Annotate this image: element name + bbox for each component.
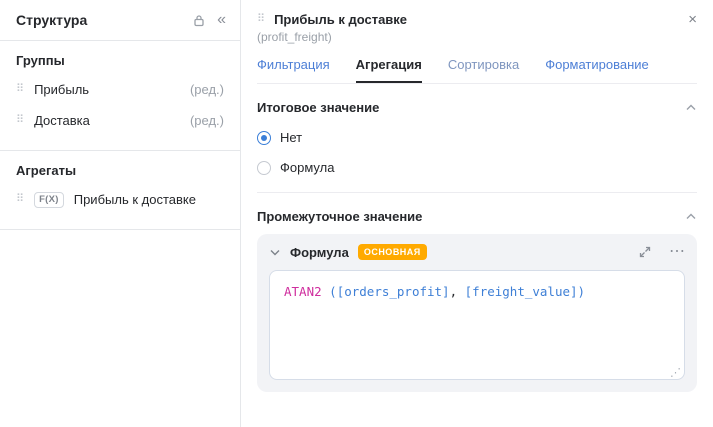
section-divider — [0, 229, 240, 230]
formula-fx-badge: F(X) — [34, 192, 64, 208]
intermediate-value-section-header: Промежуточное значение — [257, 209, 697, 224]
settings-tabs: Фильтрация Агрегация Сортировка Форматир… — [257, 57, 697, 84]
formula-function-token: ATAN2 — [284, 284, 322, 299]
aggregates-section: Агрегаты ⠿ F(X) Прибыль к доставке — [0, 151, 240, 229]
aggregate-item-label: Прибыль к доставке — [74, 192, 196, 207]
group-item-pribyl[interactable]: ⠿ Прибыль (ред.) — [16, 74, 224, 105]
group-item-dostavka[interactable]: ⠿ Доставка (ред.) — [16, 105, 224, 136]
total-value-title: Итоговое значение — [257, 100, 379, 115]
lock-icon[interactable] — [193, 14, 205, 27]
radio-label: Нет — [280, 130, 302, 145]
structure-title: Структура — [16, 12, 87, 28]
groups-section-title: Группы — [16, 53, 224, 68]
edit-link[interactable]: (ред.) — [190, 113, 224, 128]
structure-panel-header: Структура « — [0, 0, 240, 41]
groups-section: Группы ⠿ Прибыль (ред.) ⠿ Доставка (ред.… — [0, 41, 240, 150]
formula-paren-token: ) — [578, 284, 586, 299]
panel-title: Прибыль к доставке — [274, 12, 407, 27]
panel-drag-icon[interactable]: ⠿ — [257, 14, 265, 25]
formula-editor[interactable]: ATAN2 ([orders_profit], [freight_value])… — [269, 270, 685, 380]
formula-comma-token: , — [450, 284, 458, 299]
close-icon[interactable]: × — [688, 12, 697, 27]
group-item-label: Прибыль — [34, 82, 89, 97]
tab-filtration[interactable]: Фильтрация — [257, 57, 330, 83]
chevron-up-icon[interactable] — [685, 102, 697, 114]
expand-icon[interactable] — [639, 246, 651, 258]
edit-link[interactable]: (ред.) — [190, 82, 224, 97]
more-options-icon[interactable]: ⋯ — [669, 244, 685, 260]
intermediate-value-title: Промежуточное значение — [257, 209, 422, 224]
primary-badge: ОСНОВНАЯ — [358, 244, 427, 260]
drag-handle-icon[interactable]: ⠿ — [16, 115, 24, 126]
chevron-up-icon[interactable] — [685, 211, 697, 223]
formula-card-title: Формула — [290, 245, 349, 260]
radio-unselected-icon[interactable] — [257, 161, 271, 175]
tab-sorting[interactable]: Сортировка — [448, 57, 519, 83]
collapse-panel-icon[interactable]: « — [217, 12, 226, 28]
panel-header: ⠿ Прибыль к доставке × — [257, 12, 697, 27]
drag-handle-icon[interactable]: ⠿ — [16, 194, 24, 205]
resize-grip-icon[interactable]: ⋰ — [670, 367, 681, 378]
total-option-none[interactable]: Нет — [257, 130, 697, 145]
formula-card-header: Формула ОСНОВНАЯ ⋯ — [269, 244, 685, 260]
formula-card: Формула ОСНОВНАЯ ⋯ ATAN2 ([orders_profit… — [257, 234, 697, 392]
aggregates-section-title: Агрегаты — [16, 163, 224, 178]
total-value-section-header: Итоговое значение — [257, 100, 697, 115]
radio-label: Формула — [280, 160, 334, 175]
aggregate-item[interactable]: ⠿ F(X) Прибыль к доставке — [16, 184, 224, 215]
field-id-subtitle: (profit_freight) — [257, 30, 697, 44]
field-settings-panel: ⠿ Прибыль к доставке × (profit_freight) … — [241, 0, 713, 427]
formula-field-token: [freight_value] — [457, 284, 577, 299]
section-divider — [257, 192, 697, 193]
drag-handle-icon[interactable]: ⠿ — [16, 84, 24, 95]
formula-paren-token: ( — [322, 284, 337, 299]
app-window: Структура « Группы ⠿ Прибыль (ред.) ⠿ До… — [0, 0, 713, 427]
formula-field-token: [orders_profit] — [337, 284, 450, 299]
radio-selected-icon[interactable] — [257, 131, 271, 145]
formula-text: ATAN2 ([orders_profit], [freight_value]) — [284, 284, 670, 299]
total-option-formula[interactable]: Формула — [257, 160, 697, 175]
tab-formatting[interactable]: Форматирование — [545, 57, 649, 83]
group-item-label: Доставка — [34, 113, 90, 128]
tab-aggregation[interactable]: Агрегация — [356, 57, 422, 83]
chevron-down-icon[interactable] — [269, 246, 281, 258]
structure-panel: Структура « Группы ⠿ Прибыль (ред.) ⠿ До… — [0, 0, 241, 427]
